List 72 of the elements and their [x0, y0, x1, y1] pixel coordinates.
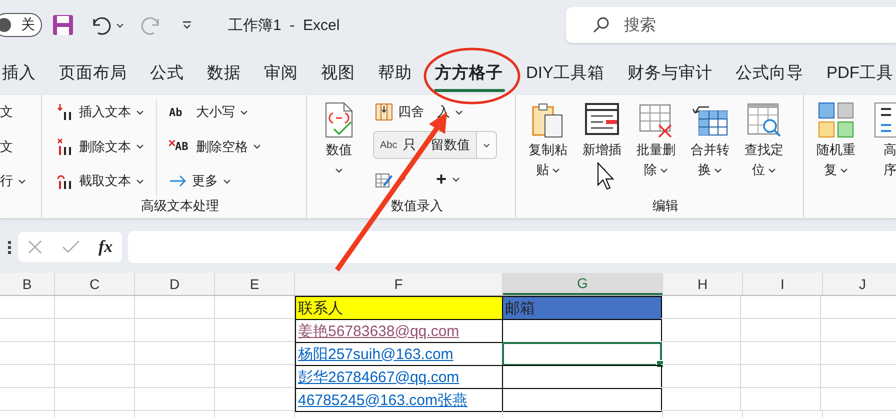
ribbon-tab[interactable]: 公式向导 — [724, 52, 816, 94]
formula-input[interactable] — [128, 231, 896, 263]
chevron-icon — [116, 22, 124, 28]
ribbon-tab[interactable]: 帮助 — [366, 52, 424, 94]
ribbon-tab[interactable]: 插入 — [0, 52, 48, 94]
group-label: 高级文本处理 — [140, 197, 220, 215]
cancel-icon[interactable] — [27, 239, 44, 255]
column-header[interactable]: D — [135, 273, 215, 295]
grid-percent-icon — [375, 103, 393, 121]
column-header[interactable]: J — [823, 273, 896, 295]
ribbon-tab[interactable]: 页面布局 — [48, 52, 138, 94]
ribbon-tab[interactable]: PDF工具 — [815, 52, 896, 94]
ribbon-tab[interactable]: 审阅 — [252, 52, 310, 94]
autosave-toggle[interactable]: 关 — [0, 13, 42, 37]
ribbon-large-button[interactable]: 查找定 位 — [740, 99, 788, 196]
color-squares-icon — [817, 101, 855, 139]
ribbon-large-button[interactable]: 批量删 除 — [632, 99, 680, 196]
search-field[interactable]: 搜索 — [566, 7, 896, 43]
ribbon-large-button[interactable]: 合并转 换 — [686, 99, 734, 196]
column-header[interactable]: H — [663, 273, 743, 295]
chevron-icon — [483, 142, 490, 148]
column-header[interactable]: C — [55, 273, 135, 295]
undo-icon[interactable] — [90, 15, 112, 35]
column-header[interactable]: E — [215, 273, 295, 295]
ribbon-button[interactable]: AB 删除空格 — [167, 136, 263, 158]
customize-icon[interactable] — [182, 20, 192, 30]
table-cell: 邮箱 — [502, 296, 662, 320]
ribbon-button[interactable]: 插入文本 — [54, 101, 146, 123]
ribbon-button[interactable]: Ab 大小写 — [167, 101, 263, 123]
ribbon-button[interactable]: 行 — [0, 170, 28, 192]
save-icon[interactable] — [52, 14, 74, 36]
number-combo[interactable]: Abc 只 留数值 — [373, 131, 498, 159]
ribbon-tab[interactable]: 视图 — [310, 52, 366, 94]
keep-values-button[interactable]: Abc 只 留数值 — [374, 132, 476, 158]
ribbon-tab[interactable]: 财务与审计 — [616, 52, 724, 94]
confirm-icon[interactable] — [62, 240, 80, 254]
table-cell — [0, 342, 55, 365]
ribbon-button[interactable]: 截取文本 — [54, 170, 146, 192]
table-cell — [0, 365, 55, 388]
ribbon-tab[interactable]: DIY工具箱 — [514, 52, 616, 94]
insert-function-button[interactable]: fx — [98, 237, 113, 257]
cursor-icon — [598, 162, 614, 190]
ribbon-button[interactable]: + — [434, 167, 462, 192]
group-label: 数值录入 — [390, 197, 444, 215]
link-cell[interactable]: 46785245@163.com张燕 — [295, 388, 503, 412]
ribbon-button[interactable]: 删除文本 — [54, 136, 146, 158]
ribbon-button[interactable]: 文 — [0, 136, 28, 158]
ribbon-button[interactable]: 文 — [0, 101, 28, 123]
ribbon-large-button[interactable]: 数值 — [315, 99, 363, 196]
grid-search-icon — [745, 101, 783, 139]
delete-text-icon — [56, 138, 74, 156]
column-header[interactable]: G — [503, 273, 663, 295]
table-cell — [0, 319, 55, 342]
ribbon-large-button[interactable]: 随机重 复 — [812, 99, 860, 196]
column-header[interactable]: I — [743, 273, 823, 295]
table-cell: 联系人 — [295, 296, 503, 320]
search-icon — [592, 16, 610, 34]
grip-icon[interactable] — [8, 240, 12, 254]
ribbon-large-button[interactable]: 复制粘 贴 — [524, 99, 572, 196]
ribbon-tab[interactable]: 方方格子 — [424, 52, 514, 94]
insert-text-icon — [56, 103, 74, 121]
table-cell — [0, 296, 55, 319]
ribbon-tab[interactable]: 公式 — [138, 52, 196, 94]
window-title: 工作簿1 - Excel — [228, 16, 340, 34]
ribbon-large-button[interactable]: 高 序 — [866, 99, 896, 196]
ribbon-button[interactable]: 更多 — [167, 170, 263, 192]
ribbon-tab[interactable]: 数据 — [196, 52, 252, 94]
grid-pencil-icon — [375, 170, 393, 188]
abc-icon: Abc — [380, 140, 398, 150]
text-case-icon: Ab — [169, 106, 191, 118]
column-header[interactable]: B — [0, 273, 55, 295]
group-label: 编辑 — [652, 197, 680, 215]
